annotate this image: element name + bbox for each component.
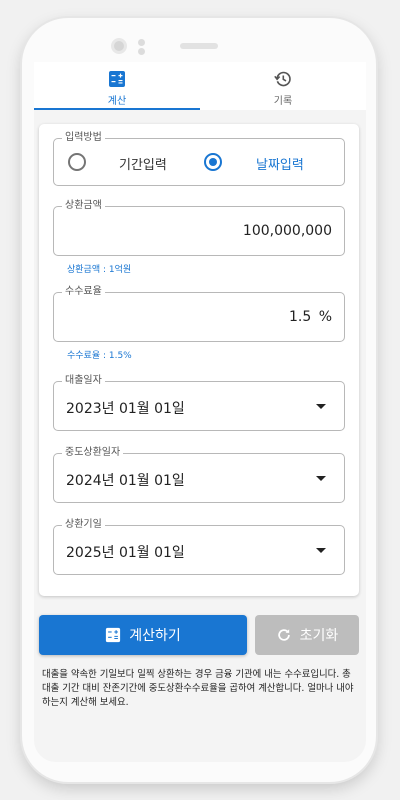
- tab-label: 계산: [107, 96, 127, 107]
- calculator-form: 입력방법 기간입력 날짜입력 상환금액 100,000,000 상환금액 : 1…: [39, 124, 359, 596]
- prepayment-date-value: 2024년 01월 01일: [66, 473, 185, 489]
- radio-date-input[interactable]: [204, 153, 222, 171]
- dropdown-arrow-icon: [316, 404, 326, 409]
- loan-date-select[interactable]: 대출일자 2023년 01월 01일: [53, 374, 345, 431]
- fee-rate-number: 1.5: [288, 309, 312, 325]
- app-screen: 계산 기록 입력방법 기간입력 날짜입력 상환금액 100,000,000 상환…: [34, 62, 366, 762]
- field-legend: 대출일자: [62, 374, 105, 388]
- field-legend: 상환기일: [62, 518, 105, 532]
- sensor-dot: [138, 48, 145, 55]
- tab-label: 기록: [273, 96, 293, 107]
- fee-rate-helper: 수수료율 : 1.5%: [67, 351, 132, 361]
- repayment-amount-value[interactable]: 100,000,000: [243, 223, 332, 239]
- calculate-button-label: 계산하기: [129, 628, 181, 644]
- tab-bar: 계산 기록: [34, 62, 366, 110]
- input-method-group: 입력방법 기간입력 날짜입력: [53, 131, 345, 186]
- field-legend: 중도상환일자: [62, 446, 124, 460]
- reset-button-label: 초기화: [299, 628, 339, 644]
- dropdown-arrow-icon: [316, 548, 326, 553]
- field-legend: 수수료율: [62, 285, 105, 299]
- calculate-button[interactable]: 계산하기: [39, 615, 247, 655]
- field-legend: 입력방법: [62, 131, 105, 145]
- fee-rate-unit: %: [318, 309, 332, 325]
- loan-date-value: 2023년 01월 01일: [66, 401, 185, 417]
- fee-rate-value[interactable]: 1.5 %: [289, 309, 332, 325]
- dropdown-arrow-icon: [316, 476, 326, 481]
- field-legend: 상환금액: [62, 199, 105, 213]
- tab-calculate[interactable]: 계산: [34, 62, 200, 110]
- tab-history[interactable]: 기록: [200, 62, 366, 110]
- reset-button[interactable]: 초기화: [255, 615, 359, 655]
- refresh-icon: [277, 629, 290, 641]
- calculator-icon: [106, 627, 121, 643]
- camera-icon: [111, 38, 127, 54]
- radio-label-date[interactable]: 날짜입력: [256, 154, 304, 173]
- fee-rate-field[interactable]: 수수료율 1.5 %: [53, 285, 345, 342]
- tab-indicator: [34, 108, 200, 110]
- repayment-amount-field[interactable]: 상환금액 100,000,000: [53, 199, 345, 256]
- repayment-amount-helper: 상환금액 : 1억원: [67, 265, 132, 275]
- radio-label-period[interactable]: 기간입력: [119, 154, 167, 173]
- maturity-date-select[interactable]: 상환기일 2025년 01월 01일: [53, 518, 345, 575]
- history-icon: [274, 71, 291, 87]
- prepayment-date-select[interactable]: 중도상환일자 2024년 01월 01일: [53, 446, 345, 503]
- calculator-icon: [109, 71, 125, 87]
- speaker-grille: [180, 43, 218, 49]
- description-text: 대출을 약속한 기일보다 일찍 상환하는 경우 금융 기관에 내는 수수료입니다…: [42, 669, 354, 708]
- radio-period-input[interactable]: [68, 153, 86, 171]
- maturity-date-value: 2025년 01월 01일: [66, 545, 185, 561]
- sensor-dot: [138, 39, 145, 46]
